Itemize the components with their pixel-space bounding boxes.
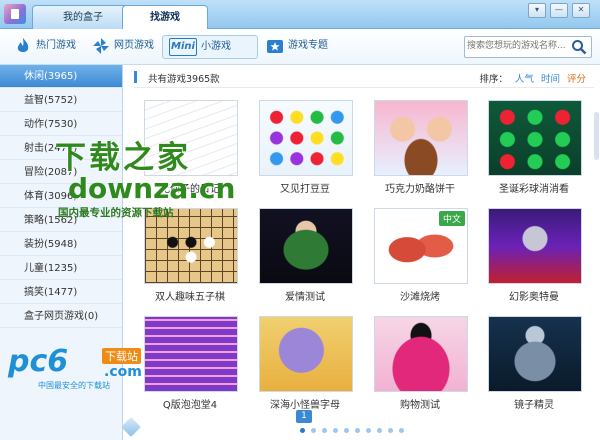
pager: 1 xyxy=(296,410,416,436)
pinwheel-icon xyxy=(93,38,109,54)
scrollbar-thumb[interactable] xyxy=(594,112,599,160)
sidebar-item-funny[interactable]: 搞笑(1477) xyxy=(0,281,122,304)
game-thumbnail[interactable]: 中文 xyxy=(374,208,468,284)
flame-icon xyxy=(17,38,29,52)
game-thumbnail[interactable] xyxy=(259,100,353,176)
header-marker xyxy=(134,71,137,83)
game-name[interactable]: 镜子精灵 xyxy=(478,396,590,411)
category-toolbar: 热门游戏 网页游戏 Mini 小游戏 游戏专题 xyxy=(0,29,600,65)
watermark-downza-title: 下载之家 xyxy=(55,140,191,176)
chinese-badge: 中文 xyxy=(438,211,465,226)
title-bar: 我的盒子 找游戏 ▾ — ✕ xyxy=(0,0,600,30)
watermark-pc6: pc6 下载站 .com 中国最安全的下载站 xyxy=(8,344,158,394)
game-thumbnail[interactable] xyxy=(259,208,353,284)
search-icon[interactable] xyxy=(571,39,587,55)
pc6-logo: pc6 xyxy=(8,344,69,379)
game-count: 共有游戏3965款 xyxy=(148,74,220,85)
watermark-downza-slogan: 国内最专业的资源下载站 xyxy=(58,207,174,219)
sidebar-item-box-web-games[interactable]: 盒子网页游戏(0) xyxy=(0,305,122,328)
game-thumbnail[interactable] xyxy=(488,316,582,392)
star-box-icon xyxy=(267,40,283,53)
sidebar-item-puzzle[interactable]: 益智(5752) xyxy=(0,89,122,112)
category-label: 游戏专题 xyxy=(288,40,328,51)
tab-find-games[interactable]: 找游戏 xyxy=(122,5,208,30)
page-dot[interactable] xyxy=(311,428,316,433)
search-input[interactable] xyxy=(467,38,567,54)
game-name[interactable]: 巧克力奶酪饼干 xyxy=(364,180,476,195)
game-name[interactable]: Q版泡泡堂4 xyxy=(134,396,246,411)
app-logo-icon xyxy=(4,4,26,24)
watermark-downza-domain: downza.cn xyxy=(68,172,236,205)
game-name[interactable]: 深海小怪兽字母 xyxy=(249,396,361,411)
game-card[interactable]: 购物测试 xyxy=(364,316,476,422)
game-card[interactable]: 又见打豆豆 xyxy=(249,100,361,206)
sort-bar: 排序： 人气 时间 评分 xyxy=(479,71,586,85)
page-dot[interactable] xyxy=(333,428,338,433)
game-name[interactable]: 幻影奥特曼 xyxy=(478,288,590,303)
game-card[interactable]: 镜子精灵 xyxy=(478,316,590,422)
pc6-tag: 下载站 xyxy=(102,348,141,364)
page-dot[interactable] xyxy=(300,428,305,433)
list-header: 共有游戏3965款 排序： 人气 时间 评分 xyxy=(134,67,594,87)
game-name[interactable]: 又见打豆豆 xyxy=(249,180,361,195)
mini-icon: Mini xyxy=(169,38,197,56)
sidebar-item-dressup[interactable]: 装扮(5948) xyxy=(0,233,122,256)
category-web-games[interactable]: 网页游戏 xyxy=(92,35,162,57)
pc6-domain: .com xyxy=(104,364,142,380)
page-dot[interactable] xyxy=(399,428,404,433)
game-thumbnail[interactable] xyxy=(374,316,468,392)
current-page-number: 1 xyxy=(296,410,312,423)
game-card[interactable]: 幻影奥特曼 xyxy=(478,208,590,314)
sort-label: 排序： xyxy=(479,74,508,85)
category-game-topics[interactable]: 游戏专题 xyxy=(266,35,336,57)
sort-by-time[interactable]: 时间 xyxy=(541,74,560,85)
page-dot[interactable] xyxy=(344,428,349,433)
game-card[interactable]: 双人趣味五子棋 xyxy=(134,208,246,314)
close-button[interactable]: ✕ xyxy=(572,3,590,18)
game-card[interactable]: 圣诞彩球消消看 xyxy=(478,100,590,206)
category-label: 小游戏 xyxy=(201,41,231,52)
game-thumbnail[interactable] xyxy=(259,316,353,392)
game-card[interactable]: 中文 沙滩烧烤 xyxy=(364,208,476,314)
game-name[interactable]: 圣诞彩球消消看 xyxy=(478,180,590,195)
page-dot[interactable] xyxy=(366,428,371,433)
menu-dropdown-button[interactable]: ▾ xyxy=(528,3,546,18)
game-name[interactable]: 双人趣味五子棋 xyxy=(134,288,246,303)
sidebar-item-leisure[interactable]: 休闲(3965) xyxy=(0,65,122,88)
game-name[interactable]: 沙滩烧烤 xyxy=(364,288,476,303)
sort-by-rating[interactable]: 评分 xyxy=(567,74,586,85)
game-card[interactable]: 深海小怪兽字母 xyxy=(249,316,361,422)
category-label: 网页游戏 xyxy=(114,40,154,51)
game-name[interactable]: 爱情测试 xyxy=(249,288,361,303)
game-thumbnail[interactable] xyxy=(374,100,468,176)
page-dot[interactable] xyxy=(355,428,360,433)
minimize-button[interactable]: — xyxy=(550,3,568,18)
game-name[interactable]: 购物测试 xyxy=(364,396,476,411)
category-hot-games[interactable]: 热门游戏 xyxy=(14,35,84,57)
category-mini-games[interactable]: Mini 小游戏 xyxy=(162,35,258,59)
category-label: 热门游戏 xyxy=(36,40,76,51)
search-box xyxy=(464,36,592,58)
sidebar-item-kids[interactable]: 儿童(1235) xyxy=(0,257,122,280)
tab-my-box[interactable]: 我的盒子 xyxy=(32,5,134,29)
header-divider xyxy=(134,87,594,88)
page-dot[interactable] xyxy=(322,428,327,433)
sort-by-popularity[interactable]: 人气 xyxy=(515,74,534,85)
game-thumbnail[interactable] xyxy=(144,316,238,392)
pc6-slogan: 中国最安全的下载站 xyxy=(38,381,110,390)
page-dot[interactable] xyxy=(377,428,382,433)
page-dot[interactable] xyxy=(388,428,393,433)
game-card[interactable]: 巧克力奶酪饼干 xyxy=(364,100,476,206)
game-thumbnail[interactable] xyxy=(488,100,582,176)
game-card[interactable]: 爱情测试 xyxy=(249,208,361,314)
game-thumbnail[interactable] xyxy=(488,208,582,284)
